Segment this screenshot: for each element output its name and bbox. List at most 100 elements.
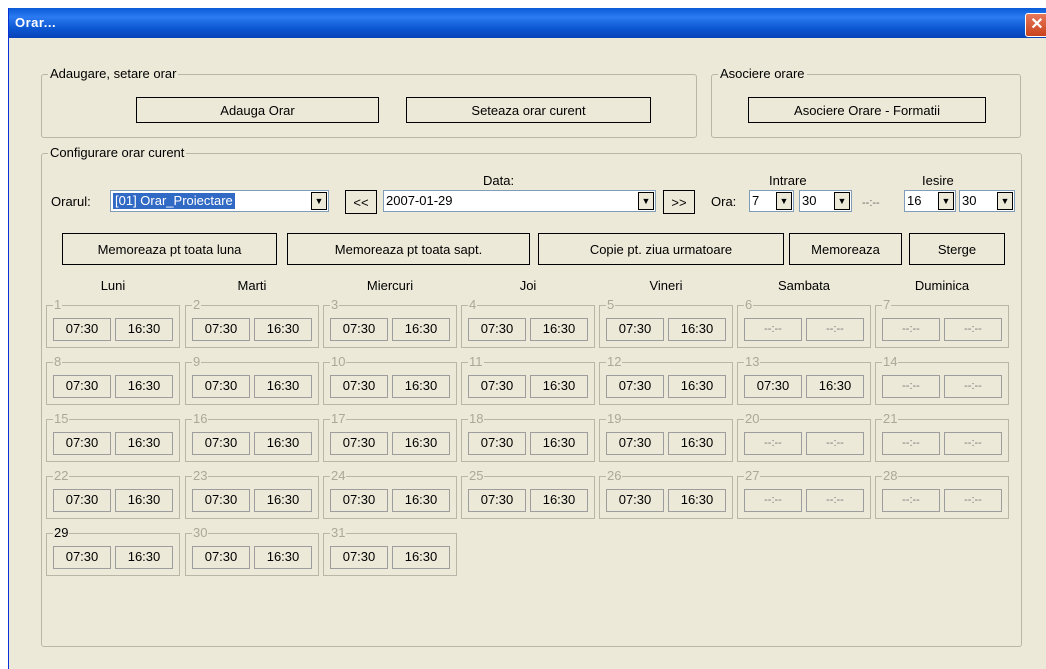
day-cell[interactable]: 25 07:30 16:30 [461, 468, 595, 519]
day-cell[interactable]: 16 07:30 16:30 [185, 411, 319, 462]
day-end-time[interactable]: 16:30 [668, 432, 726, 455]
day-cell[interactable]: 7 --:-- --:-- [875, 297, 1009, 348]
day-end-time[interactable]: 16:30 [115, 318, 173, 341]
day-end-time[interactable]: 16:30 [668, 318, 726, 341]
day-end-time[interactable]: 16:30 [668, 375, 726, 398]
day-end-time[interactable]: --:-- [806, 489, 864, 512]
day-start-time[interactable]: 07:30 [192, 546, 250, 569]
day-end-time[interactable]: --:-- [944, 489, 1002, 512]
day-end-time[interactable]: 16:30 [530, 489, 588, 512]
day-cell[interactable]: 4 07:30 16:30 [461, 297, 595, 348]
day-end-time[interactable]: 16:30 [392, 318, 450, 341]
day-start-time[interactable]: 07:30 [744, 375, 802, 398]
prev-date-button[interactable]: << [345, 190, 377, 214]
day-start-time[interactable]: 07:30 [330, 432, 388, 455]
day-start-time[interactable]: 07:30 [606, 375, 664, 398]
day-cell[interactable]: 22 07:30 16:30 [46, 468, 180, 519]
day-cell[interactable]: 15 07:30 16:30 [46, 411, 180, 462]
day-end-time[interactable]: 16:30 [254, 375, 312, 398]
orar-select[interactable]: [01] Orar_Proiectare ▼ [110, 190, 329, 212]
day-start-time[interactable]: 07:30 [53, 318, 111, 341]
day-start-time[interactable]: 07:30 [53, 489, 111, 512]
save-month-button[interactable]: Memoreaza pt toata luna [62, 233, 277, 265]
day-end-time[interactable]: 16:30 [254, 318, 312, 341]
day-end-time[interactable]: 16:30 [392, 489, 450, 512]
day-end-time[interactable]: --:-- [944, 318, 1002, 341]
day-start-time[interactable]: 07:30 [606, 318, 664, 341]
day-cell[interactable]: 27 --:-- --:-- [737, 468, 871, 519]
day-start-time[interactable]: 07:30 [468, 489, 526, 512]
day-cell[interactable]: 19 07:30 16:30 [599, 411, 733, 462]
day-end-time[interactable]: 16:30 [115, 546, 173, 569]
day-start-time[interactable]: 07:30 [468, 375, 526, 398]
day-cell[interactable]: 13 07:30 16:30 [737, 354, 871, 405]
day-end-time[interactable]: 16:30 [254, 489, 312, 512]
day-start-time[interactable]: 07:30 [53, 375, 111, 398]
day-end-time[interactable]: 16:30 [115, 375, 173, 398]
day-cell[interactable]: 12 07:30 16:30 [599, 354, 733, 405]
out-hour-select[interactable]: 16 ▼ [904, 190, 956, 212]
add-schedule-button[interactable]: Adauga Orar [136, 97, 379, 123]
day-start-time[interactable]: 07:30 [330, 375, 388, 398]
assoc-schedules-button[interactable]: Asociere Orare - Formatii [748, 97, 986, 123]
day-start-time[interactable]: 07:30 [606, 489, 664, 512]
in-minute-select[interactable]: 30 ▼ [799, 190, 852, 212]
day-end-time[interactable]: 16:30 [115, 432, 173, 455]
day-start-time[interactable]: 07:30 [192, 489, 250, 512]
day-cell[interactable]: 29 07:30 16:30 [46, 525, 180, 576]
day-start-time[interactable]: --:-- [882, 489, 940, 512]
day-start-time[interactable]: 07:30 [606, 432, 664, 455]
save-button[interactable]: Memoreaza [789, 233, 902, 265]
day-cell[interactable]: 14 --:-- --:-- [875, 354, 1009, 405]
save-week-button[interactable]: Memoreaza pt toata sapt. [287, 233, 530, 265]
title-bar[interactable]: Orar... ✕ [9, 8, 1046, 38]
day-start-time[interactable]: 07:30 [192, 432, 250, 455]
next-date-button[interactable]: >> [663, 190, 695, 214]
day-start-time[interactable]: --:-- [882, 432, 940, 455]
day-cell[interactable]: 24 07:30 16:30 [323, 468, 457, 519]
day-cell[interactable]: 2 07:30 16:30 [185, 297, 319, 348]
date-select[interactable]: 2007-01-29 ▼ [383, 190, 656, 212]
day-end-time[interactable]: 16:30 [392, 432, 450, 455]
day-start-time[interactable]: --:-- [744, 318, 802, 341]
day-start-time[interactable]: 07:30 [53, 432, 111, 455]
copy-next-day-button[interactable]: Copie pt. ziua urmatoare [538, 233, 784, 265]
day-start-time[interactable]: --:-- [744, 432, 802, 455]
chevron-down-icon[interactable]: ▼ [834, 192, 850, 210]
day-start-time[interactable]: 07:30 [192, 375, 250, 398]
day-end-time[interactable]: 16:30 [668, 489, 726, 512]
day-end-time[interactable]: 16:30 [254, 546, 312, 569]
day-start-time[interactable]: 07:30 [330, 546, 388, 569]
day-cell[interactable]: 6 --:-- --:-- [737, 297, 871, 348]
day-end-time[interactable]: --:-- [944, 432, 1002, 455]
day-end-time[interactable]: 16:30 [392, 375, 450, 398]
day-end-time[interactable]: --:-- [806, 318, 864, 341]
day-end-time[interactable]: --:-- [806, 432, 864, 455]
day-start-time[interactable]: --:-- [882, 375, 940, 398]
day-start-time[interactable]: 07:30 [468, 318, 526, 341]
out-minute-select[interactable]: 30 ▼ [959, 190, 1015, 212]
day-end-time[interactable]: 16:30 [530, 432, 588, 455]
day-cell[interactable]: 31 07:30 16:30 [323, 525, 457, 576]
day-cell[interactable]: 5 07:30 16:30 [599, 297, 733, 348]
day-start-time[interactable]: 07:30 [330, 489, 388, 512]
chevron-down-icon[interactable]: ▼ [638, 192, 654, 210]
day-start-time[interactable]: 07:30 [468, 432, 526, 455]
delete-button[interactable]: Sterge [909, 233, 1005, 265]
day-end-time[interactable]: 16:30 [806, 375, 864, 398]
day-cell[interactable]: 10 07:30 16:30 [323, 354, 457, 405]
chevron-down-icon[interactable]: ▼ [311, 192, 327, 210]
day-cell[interactable]: 17 07:30 16:30 [323, 411, 457, 462]
day-end-time[interactable]: 16:30 [254, 432, 312, 455]
day-start-time[interactable]: 07:30 [192, 318, 250, 341]
chevron-down-icon[interactable]: ▼ [776, 192, 792, 210]
in-hour-select[interactable]: 7 ▼ [749, 190, 794, 212]
chevron-down-icon[interactable]: ▼ [938, 192, 954, 210]
day-cell[interactable]: 3 07:30 16:30 [323, 297, 457, 348]
day-cell[interactable]: 21 --:-- --:-- [875, 411, 1009, 462]
day-end-time[interactable]: 16:30 [530, 375, 588, 398]
day-cell[interactable]: 28 --:-- --:-- [875, 468, 1009, 519]
day-end-time[interactable]: --:-- [944, 375, 1002, 398]
chevron-down-icon[interactable]: ▼ [997, 192, 1013, 210]
day-cell[interactable]: 20 --:-- --:-- [737, 411, 871, 462]
